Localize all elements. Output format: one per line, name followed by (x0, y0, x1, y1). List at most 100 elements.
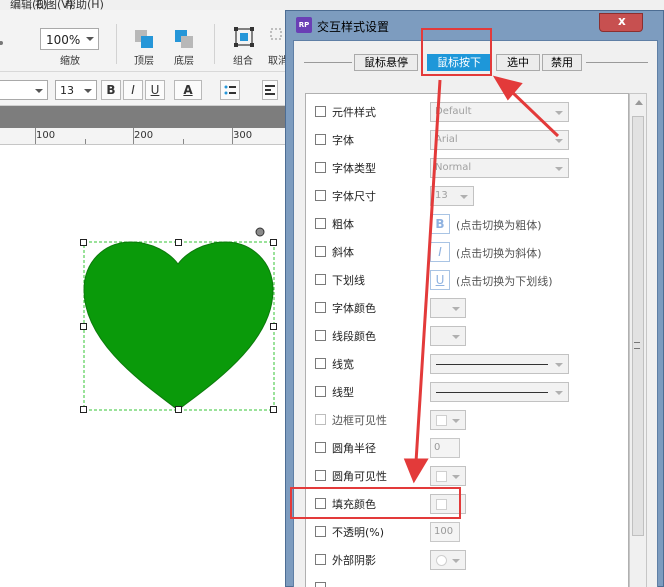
property-label: 元件样式 (332, 106, 376, 119)
property-row-corner-visibility: 圆角可见性 (306, 464, 628, 488)
heart-shape (83, 241, 274, 411)
property-row-border-visibility: 边框可见性 (306, 408, 628, 432)
corner-radius-checkbox[interactable] (315, 442, 326, 453)
line-width-checkbox[interactable] (315, 358, 326, 369)
property-row-corner-radius: 圆角半径 0 (306, 436, 628, 460)
tab-divider-line (304, 62, 352, 63)
bold-toggle[interactable]: B (430, 214, 450, 234)
widget-style-select[interactable]: Default (430, 102, 569, 122)
property-label: 字体 (332, 134, 354, 147)
font-size-select[interactable]: 13 (430, 186, 474, 206)
input-value: 0 (434, 442, 441, 453)
opacity-checkbox[interactable] (315, 526, 326, 537)
property-row-font-size: 字体尺寸 13 (306, 184, 628, 208)
property-row-italic: 斜体 I (点击切换为斜体) (306, 240, 628, 264)
tab-divider-line (586, 62, 648, 63)
property-row-widget-style: 元件样式 Default (306, 100, 628, 124)
chevron-down-icon (452, 419, 460, 423)
property-label: 下划线 (332, 274, 365, 287)
chevron-down-icon (452, 559, 460, 563)
underline-toggle[interactable]: U (430, 270, 450, 290)
resize-handle[interactable] (80, 239, 87, 246)
bold-checkbox[interactable] (315, 218, 326, 229)
property-row-line-width: 线宽 (306, 352, 628, 376)
chevron-down-icon (555, 363, 563, 367)
swatch (436, 415, 447, 426)
border-visibility-picker[interactable] (430, 410, 466, 430)
property-label: 不透明(%) (332, 526, 385, 539)
property-row-font: 字体 Arial (306, 128, 628, 152)
property-label: 圆角可见性 (332, 470, 387, 483)
line-color-checkbox[interactable] (315, 330, 326, 341)
close-icon: x (618, 14, 626, 28)
font-checkbox[interactable] (315, 134, 326, 145)
chevron-down-icon (555, 391, 563, 395)
annotation-box-mouse-down-tab (421, 28, 492, 76)
resize-handle[interactable] (270, 323, 277, 330)
tab-selected[interactable]: 选中 (496, 54, 540, 71)
property-row-outer-shadow: 外部阴影 (306, 548, 628, 572)
font-type-select[interactable]: Normal (430, 158, 569, 178)
resize-handle[interactable] (270, 239, 277, 246)
corner-visibility-checkbox[interactable] (315, 470, 326, 481)
inner-shadow-checkbox[interactable] (315, 582, 326, 587)
resize-handle[interactable] (80, 406, 87, 413)
italic-toggle[interactable]: I (430, 242, 450, 262)
swatch (436, 471, 447, 482)
underline-hint: (点击切换为下划线) (456, 275, 553, 288)
tab-mouse-hover[interactable]: 鼠标悬停 (354, 54, 418, 71)
grip-icon (634, 342, 640, 349)
italic-hint: (点击切换为斜体) (456, 247, 542, 260)
widget-style-checkbox[interactable] (315, 106, 326, 117)
font-color-picker[interactable] (430, 298, 466, 318)
select-value: 13 (435, 190, 448, 201)
corner-visibility-picker[interactable] (430, 466, 466, 486)
properties-scrollbar[interactable] (629, 93, 647, 587)
font-color-checkbox[interactable] (315, 302, 326, 313)
outer-shadow-checkbox[interactable] (315, 554, 326, 565)
property-label: 字体类型 (332, 162, 376, 175)
select-value: Arial (435, 134, 458, 145)
scroll-up-icon[interactable] (635, 100, 643, 105)
close-button[interactable]: x (599, 13, 643, 32)
line-style-checkbox[interactable] (315, 386, 326, 397)
line-preview (436, 364, 548, 365)
line-style-select[interactable] (430, 382, 569, 402)
property-label: 粗体 (332, 218, 354, 231)
property-row-line-style: 线型 (306, 380, 628, 404)
input-value: 100 (434, 526, 454, 537)
border-visibility-checkbox[interactable] (315, 414, 326, 425)
resize-handle[interactable] (175, 406, 182, 413)
swatch (436, 555, 447, 566)
line-preview (436, 392, 548, 393)
chevron-down-icon (460, 195, 468, 199)
corner-radius-input[interactable]: 0 (430, 438, 460, 458)
underline-checkbox[interactable] (315, 274, 326, 285)
select-value: Default (435, 106, 472, 117)
line-width-select[interactable] (430, 354, 569, 374)
resize-handle[interactable] (175, 239, 182, 246)
font-select[interactable]: Arial (430, 130, 569, 150)
property-row-inner-shadow (306, 576, 628, 587)
italic-checkbox[interactable] (315, 246, 326, 257)
resize-handle[interactable] (80, 323, 87, 330)
annotation-box-fill-color (290, 487, 461, 519)
property-label: 外部阴影 (332, 554, 376, 567)
property-row-opacity: 不透明(%) 100 (306, 520, 628, 544)
property-row-line-color: 线段颜色 (306, 324, 628, 348)
font-type-checkbox[interactable] (315, 162, 326, 173)
property-label: 边框可见性 (332, 414, 387, 427)
property-label: 线段颜色 (332, 330, 376, 343)
outer-shadow-picker[interactable] (430, 550, 466, 570)
font-size-checkbox[interactable] (315, 190, 326, 201)
property-row-font-type: 字体类型 Normal (306, 156, 628, 180)
property-row-font-color: 字体颜色 (306, 296, 628, 320)
property-row-underline: 下划线 U (点击切换为下划线) (306, 268, 628, 292)
resize-handle[interactable] (270, 406, 277, 413)
line-color-picker[interactable] (430, 326, 466, 346)
scroll-thumb[interactable] (632, 116, 644, 536)
opacity-input[interactable]: 100 (430, 522, 460, 542)
chevron-down-icon (555, 111, 563, 115)
tab-disabled[interactable]: 禁用 (542, 54, 582, 71)
property-label: 字体颜色 (332, 302, 376, 315)
